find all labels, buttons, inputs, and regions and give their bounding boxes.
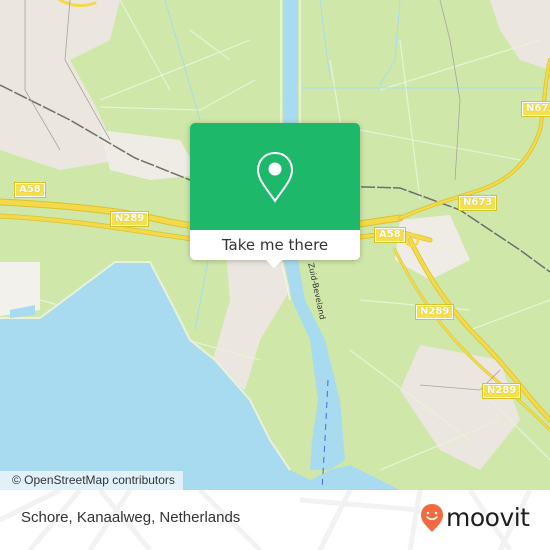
address-text: Schore, Kanaalweg, Netherlands xyxy=(21,509,241,526)
footer: Schore, Kanaalweg, Netherlands moovit xyxy=(0,490,550,550)
road-label-n289-west: N289 xyxy=(109,211,150,227)
road-label-a58-east: A58 xyxy=(374,227,406,243)
moovit-logo[interactable]: moovit xyxy=(420,503,530,533)
road-label-n289-mid: N289 xyxy=(414,304,455,320)
moovit-smiley-pin-icon xyxy=(421,504,443,532)
map-pin-icon xyxy=(256,151,294,203)
location-popup: Take me there xyxy=(190,123,360,268)
road-label-n673-top: N673 xyxy=(520,101,550,117)
road-label-a58-west: A58 xyxy=(14,182,46,198)
urban-area-northwest xyxy=(0,0,120,170)
moovit-wordmark: moovit xyxy=(446,503,530,532)
road-label-n289-east: N289 xyxy=(481,383,522,399)
map-attribution[interactable]: © OpenStreetMap contributors xyxy=(0,471,183,490)
popup-pointer xyxy=(265,259,283,268)
popup-header xyxy=(190,123,360,230)
road-label-n673-mid: N673 xyxy=(457,195,498,211)
take-me-there-button[interactable]: Take me there xyxy=(190,230,360,260)
urban-area-center xyxy=(100,130,200,180)
urban-area-northeast xyxy=(490,0,550,70)
map[interactable]: A58 N289 N673 N673 A58 N289 N289 Zuid-Be… xyxy=(0,0,550,490)
